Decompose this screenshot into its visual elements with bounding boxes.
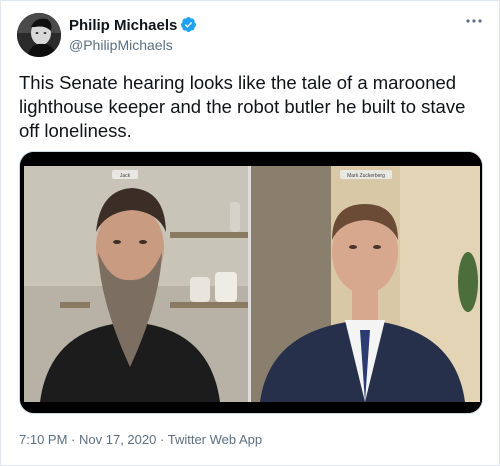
tweet-source[interactable]: Twitter Web App	[168, 432, 262, 447]
author-display-name[interactable]: Philip Michaels	[69, 16, 177, 35]
avatar[interactable]	[17, 13, 61, 57]
tweet-media[interactable]: Jack Mark Zuckerberg	[19, 151, 483, 414]
meta-separator-2: ·	[159, 432, 165, 447]
tweet-card: Philip Michaels @PhilipMichaels This Sen…	[0, 0, 500, 466]
author-block: Philip Michaels @PhilipMichaels	[69, 16, 197, 55]
tweet-text: This Senate hearing looks like the tale …	[19, 72, 466, 141]
left-nameplate: Jack	[120, 173, 131, 179]
more-options-icon[interactable]	[463, 13, 485, 29]
meta-separator: ·	[71, 432, 76, 447]
media-image: Jack Mark Zuckerberg	[20, 152, 482, 413]
verified-badge-icon	[181, 17, 197, 32]
right-nameplate: Mark Zuckerberg	[347, 173, 385, 179]
tweet-meta: 7:10 PM · Nov 17, 2020 · Twitter Web App	[19, 431, 262, 449]
tweet-date[interactable]: Nov 17, 2020	[79, 432, 156, 447]
author-handle[interactable]: @PhilipMichaels	[69, 36, 197, 55]
tweet-time[interactable]: 7:10 PM	[19, 432, 67, 447]
left-video-panel: Jack	[24, 166, 248, 402]
avatar-photo	[17, 13, 61, 57]
right-video-panel: Mark Zuckerberg	[251, 166, 480, 402]
